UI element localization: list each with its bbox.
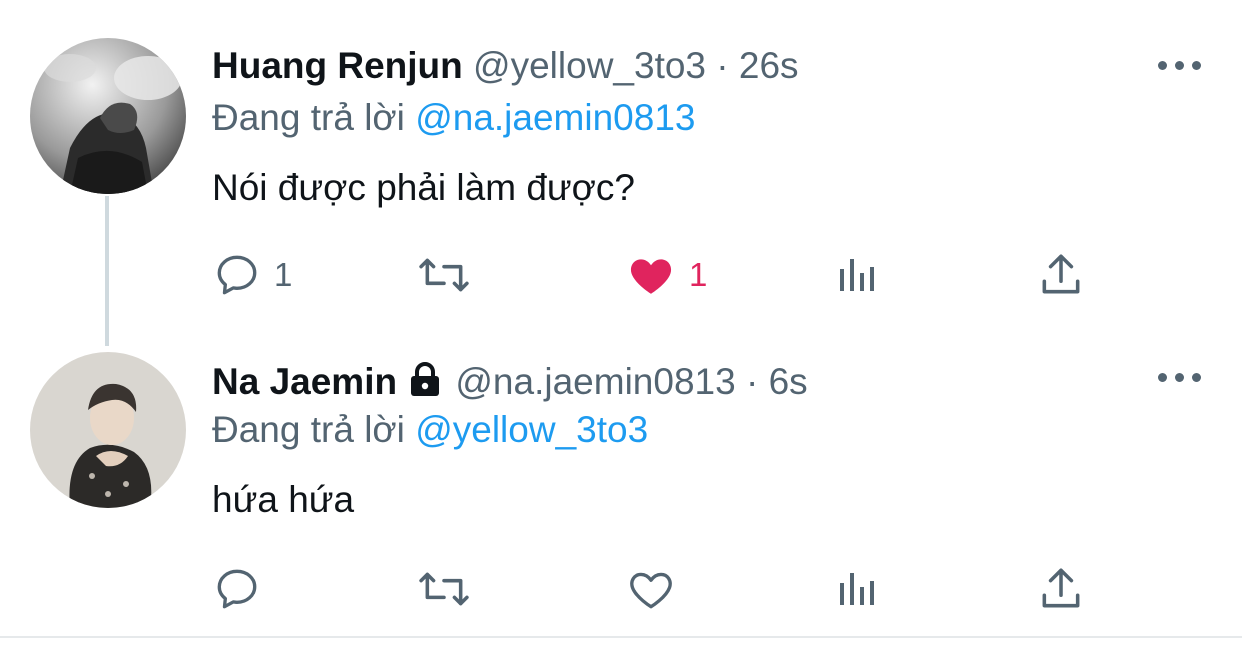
share-button[interactable] (1036, 250, 1086, 300)
share-icon (1042, 254, 1080, 294)
reply-icon (217, 255, 257, 295)
reply-icon (217, 569, 257, 609)
replying-to-prefix: Đang trả lời (212, 409, 405, 450)
more-options-icon[interactable] (1158, 56, 1202, 76)
meta-separator: · (745, 361, 759, 402)
tweet-timestamp[interactable]: 26s (739, 45, 799, 86)
like-button[interactable]: 1 (625, 250, 707, 300)
share-icon (1042, 568, 1080, 608)
reply-button[interactable]: 1 (212, 250, 292, 300)
analytics-icon (840, 573, 874, 605)
analytics-button[interactable] (832, 564, 880, 614)
tweet-header: Na Jaemin @na.jaemin0813 · 6s (212, 360, 808, 408)
heart-outline-icon (630, 572, 672, 609)
retweet-button[interactable] (416, 564, 484, 614)
tweet-text: Nói được phải làm được? (212, 167, 636, 208)
tweet-text: hứa hứa (212, 479, 355, 520)
retweet-icon (419, 572, 469, 606)
heart-icon (630, 259, 672, 294)
tweet-2[interactable]: Na Jaemin @na.jaemin0813 · 6s Đang trả l… (0, 320, 1242, 636)
tweet-1[interactable]: Huang Renjun @yellow_3to3 · 26s Đang trả… (0, 0, 1242, 320)
meta-separator: · (716, 45, 729, 86)
retweet-button[interactable] (416, 250, 484, 300)
analytics-button[interactable] (832, 250, 880, 300)
reply-button[interactable] (212, 564, 274, 614)
like-count: 1 (689, 256, 708, 293)
bottom-divider (0, 636, 1242, 638)
author-name[interactable]: Na Jaemin (212, 361, 397, 402)
replying-to-mention[interactable]: @na.jaemin0813 (415, 97, 695, 138)
replying-to-mention[interactable]: @yellow_3to3 (415, 409, 648, 450)
avatar-huang-renjun[interactable] (30, 38, 186, 194)
author-name[interactable]: Huang Renjun (212, 45, 463, 86)
replying-to-prefix: Đang trả lời (212, 97, 405, 138)
replying-to-line: Đang trả lời @na.jaemin0813 (212, 96, 696, 140)
author-handle[interactable]: @na.jaemin0813 (455, 361, 735, 402)
more-options-icon[interactable] (1158, 368, 1202, 388)
replying-to-line: Đang trả lời @yellow_3to3 (212, 408, 648, 452)
like-button[interactable] (625, 564, 689, 614)
tweet-timestamp[interactable]: 6s (769, 361, 808, 402)
reply-count: 1 (274, 256, 293, 293)
tweet-header: Huang Renjun @yellow_3to3 · 26s (212, 44, 799, 88)
avatar-na-jaemin[interactable] (30, 352, 186, 508)
analytics-icon (840, 259, 874, 291)
retweet-icon (419, 258, 469, 292)
author-handle[interactable]: @yellow_3to3 (473, 45, 706, 86)
lock-icon (405, 360, 445, 408)
share-button[interactable] (1036, 564, 1086, 614)
